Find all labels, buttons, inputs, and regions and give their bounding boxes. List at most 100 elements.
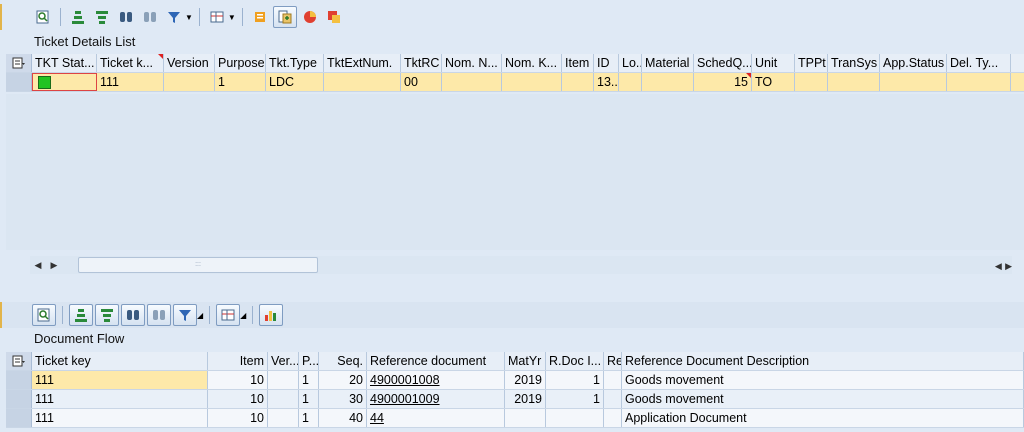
col-header[interactable]: TktRC xyxy=(401,54,442,72)
reference-document-link[interactable]: 4900001008 xyxy=(367,371,505,389)
table-cell[interactable] xyxy=(642,73,694,91)
table-cell[interactable] xyxy=(268,371,299,389)
filter-dropdown-icon[interactable]: ▼ xyxy=(185,13,193,22)
find-next-icon[interactable] xyxy=(147,304,171,326)
table-cell[interactable]: 1 xyxy=(299,409,319,427)
find-icon[interactable] xyxy=(115,7,137,27)
layout-icon[interactable] xyxy=(206,7,228,27)
reference-document-link[interactable]: 4900001009 xyxy=(367,390,505,408)
chart-icon[interactable] xyxy=(259,304,284,326)
table-cell[interactable]: 00 xyxy=(401,73,442,91)
table-cell[interactable] xyxy=(164,73,215,91)
table-cell[interactable] xyxy=(795,73,828,91)
col-header[interactable]: Re xyxy=(604,352,622,370)
col-header[interactable]: ID xyxy=(594,54,619,72)
filter-dropdown-icon[interactable]: ◢ xyxy=(197,311,203,320)
views-icon[interactable] xyxy=(323,7,345,27)
table-cell[interactable] xyxy=(604,409,622,427)
row-selector[interactable] xyxy=(6,409,32,427)
print-icon[interactable] xyxy=(249,7,271,27)
col-header[interactable]: Seq. xyxy=(319,352,367,370)
col-header[interactable]: SchedQ... xyxy=(694,54,752,72)
table-cell[interactable] xyxy=(546,409,604,427)
layout-dropdown-icon[interactable]: ◢ xyxy=(240,311,246,320)
status-cell[interactable] xyxy=(32,73,97,91)
col-header[interactable]: Ticket key xyxy=(32,352,208,370)
table-row[interactable]: 111 1 LDC 00 13... 15 TO xyxy=(6,73,1024,92)
horizontal-scrollbar[interactable]: ◀ ▶ ::: ◀ ▶ xyxy=(30,256,1012,274)
table-cell[interactable]: 111 xyxy=(97,73,164,91)
table-cell[interactable]: 111 xyxy=(32,390,208,408)
table-cell[interactable] xyxy=(604,371,622,389)
layout-dropdown-icon[interactable]: ▼ xyxy=(228,13,236,22)
col-header[interactable]: R.Doc I... xyxy=(546,352,604,370)
select-all-icon[interactable] xyxy=(6,352,32,370)
row-selector[interactable] xyxy=(6,371,32,389)
col-header[interactable]: Nom. N... xyxy=(442,54,502,72)
table-cell[interactable] xyxy=(828,73,880,91)
col-header[interactable]: Ticket k... xyxy=(97,54,164,72)
col-header[interactable]: TranSys xyxy=(828,54,880,72)
table-row[interactable]: 111 10 1 40 44 Application Document xyxy=(6,409,1024,428)
col-header[interactable]: TKT Stat... xyxy=(32,54,97,72)
table-cell[interactable]: 1 xyxy=(299,390,319,408)
col-header[interactable]: App.Status xyxy=(880,54,947,72)
table-cell[interactable]: 10 xyxy=(208,390,268,408)
col-header[interactable]: Ver... xyxy=(268,352,299,370)
col-header[interactable]: Del. Ty... xyxy=(947,54,1011,72)
col-header[interactable]: Purpose xyxy=(215,54,266,72)
scroll-left-icon[interactable]: ◀ xyxy=(30,260,46,271)
find-next-icon[interactable] xyxy=(139,7,161,27)
export-icon[interactable] xyxy=(272,6,297,28)
table-cell[interactable]: Goods movement xyxy=(622,371,1024,389)
filter-icon[interactable] xyxy=(163,7,185,27)
table-cell[interactable]: Application Document xyxy=(622,409,1024,427)
table-row[interactable]: 111 10 1 20 4900001008 2019 1 Goods move… xyxy=(6,371,1024,390)
graphic-icon[interactable] xyxy=(299,7,321,27)
table-cell[interactable] xyxy=(562,73,594,91)
col-header[interactable]: Lo... xyxy=(619,54,642,72)
table-cell[interactable] xyxy=(442,73,502,91)
find-icon[interactable] xyxy=(121,304,145,326)
col-header[interactable]: Nom. K... xyxy=(502,54,562,72)
select-all-icon[interactable] xyxy=(6,54,32,72)
table-cell[interactable]: 40 xyxy=(319,409,367,427)
col-header[interactable]: TPPt xyxy=(795,54,828,72)
table-cell[interactable]: TO xyxy=(752,73,795,91)
col-header[interactable]: P... xyxy=(299,352,319,370)
col-header[interactable]: Reference Document Description xyxy=(622,352,1024,370)
col-header[interactable]: MatYr xyxy=(505,352,546,370)
scroll-left-end-icon[interactable]: ◀ xyxy=(995,261,1002,271)
col-header[interactable]: TktExtNum. xyxy=(324,54,401,72)
table-cell[interactable] xyxy=(947,73,1011,91)
sort-descending-icon[interactable] xyxy=(91,7,113,27)
table-cell[interactable]: 10 xyxy=(208,409,268,427)
table-cell[interactable] xyxy=(880,73,947,91)
col-header[interactable]: Reference document xyxy=(367,352,505,370)
table-cell[interactable]: 13... xyxy=(594,73,619,91)
scroll-right-icon[interactable]: ▶ xyxy=(46,260,62,271)
table-cell[interactable]: 1 xyxy=(546,371,604,389)
table-cell[interactable]: 111 xyxy=(32,371,208,389)
table-cell[interactable]: 30 xyxy=(319,390,367,408)
col-header[interactable]: Material xyxy=(642,54,694,72)
table-cell[interactable]: 2019 xyxy=(505,390,546,408)
filter-icon[interactable] xyxy=(173,304,197,326)
table-cell[interactable] xyxy=(505,409,546,427)
table-cell[interactable] xyxy=(324,73,401,91)
table-cell[interactable] xyxy=(619,73,642,91)
col-header[interactable]: Item xyxy=(208,352,268,370)
reference-document-link[interactable]: 44 xyxy=(367,409,505,427)
sort-ascending-icon[interactable] xyxy=(67,7,89,27)
sort-ascending-icon[interactable] xyxy=(69,304,93,326)
table-cell[interactable]: 1 xyxy=(546,390,604,408)
table-cell[interactable]: 15 xyxy=(694,73,752,91)
table-cell[interactable]: 111 xyxy=(32,409,208,427)
table-cell[interactable]: LDC xyxy=(266,73,324,91)
col-header[interactable]: Tkt.Type xyxy=(266,54,324,72)
sort-descending-icon[interactable] xyxy=(95,304,119,326)
table-cell[interactable]: Goods movement xyxy=(622,390,1024,408)
table-row[interactable]: 111 10 1 30 4900001009 2019 1 Goods move… xyxy=(6,390,1024,409)
table-cell[interactable]: 1 xyxy=(299,371,319,389)
scroll-right-end-icon[interactable]: ▶ xyxy=(1005,261,1012,271)
